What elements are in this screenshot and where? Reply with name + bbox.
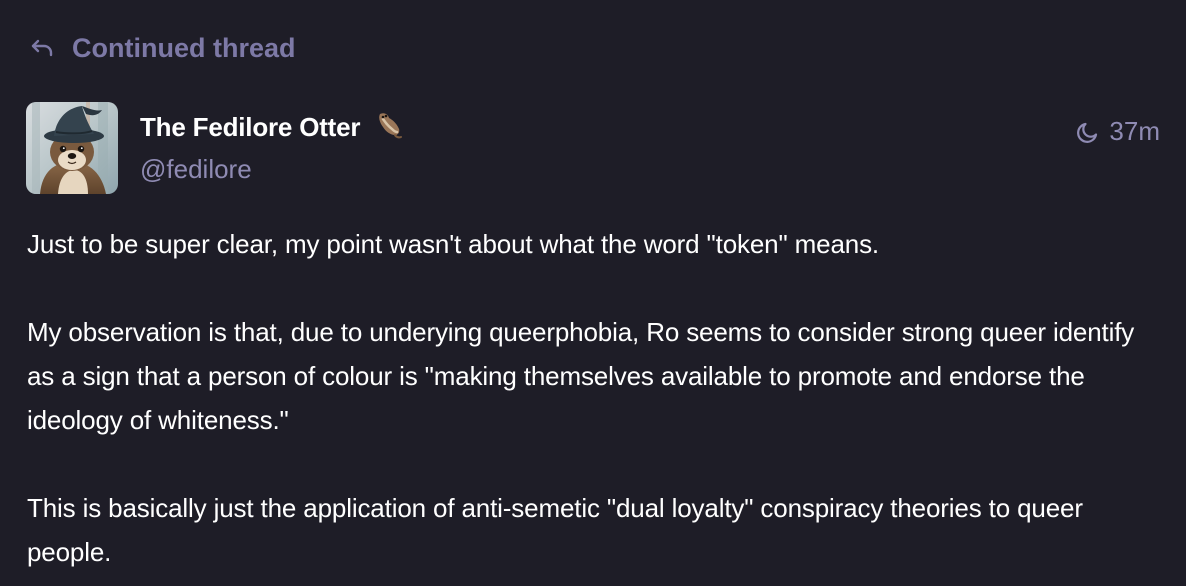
moon-icon xyxy=(1075,119,1101,145)
status-paragraph: Just to be super clear, my point wasn't … xyxy=(27,229,880,259)
avatar[interactable] xyxy=(26,102,118,194)
continued-thread-link[interactable]: Continued thread xyxy=(30,30,296,66)
status-header: The Fedilore Otter @fedilore 37m xyxy=(26,102,1160,194)
display-name-text: The Fedilore Otter xyxy=(140,111,361,142)
continued-thread-label: Continued thread xyxy=(72,32,296,63)
time-ago: 37m xyxy=(1109,116,1160,146)
timestamp[interactable]: 37m xyxy=(1075,116,1160,147)
status-paragraph: My observation is that, due to underying… xyxy=(27,317,1135,435)
account-handle[interactable]: @fedilore xyxy=(140,154,252,185)
status-paragraph: This is basically just the application o… xyxy=(27,493,1083,567)
otter-emoji-icon xyxy=(374,110,404,145)
status-content: Just to be super clear, my point wasn't … xyxy=(27,222,1162,574)
reply-icon xyxy=(30,38,54,58)
display-name[interactable]: The Fedilore Otter xyxy=(140,110,404,144)
